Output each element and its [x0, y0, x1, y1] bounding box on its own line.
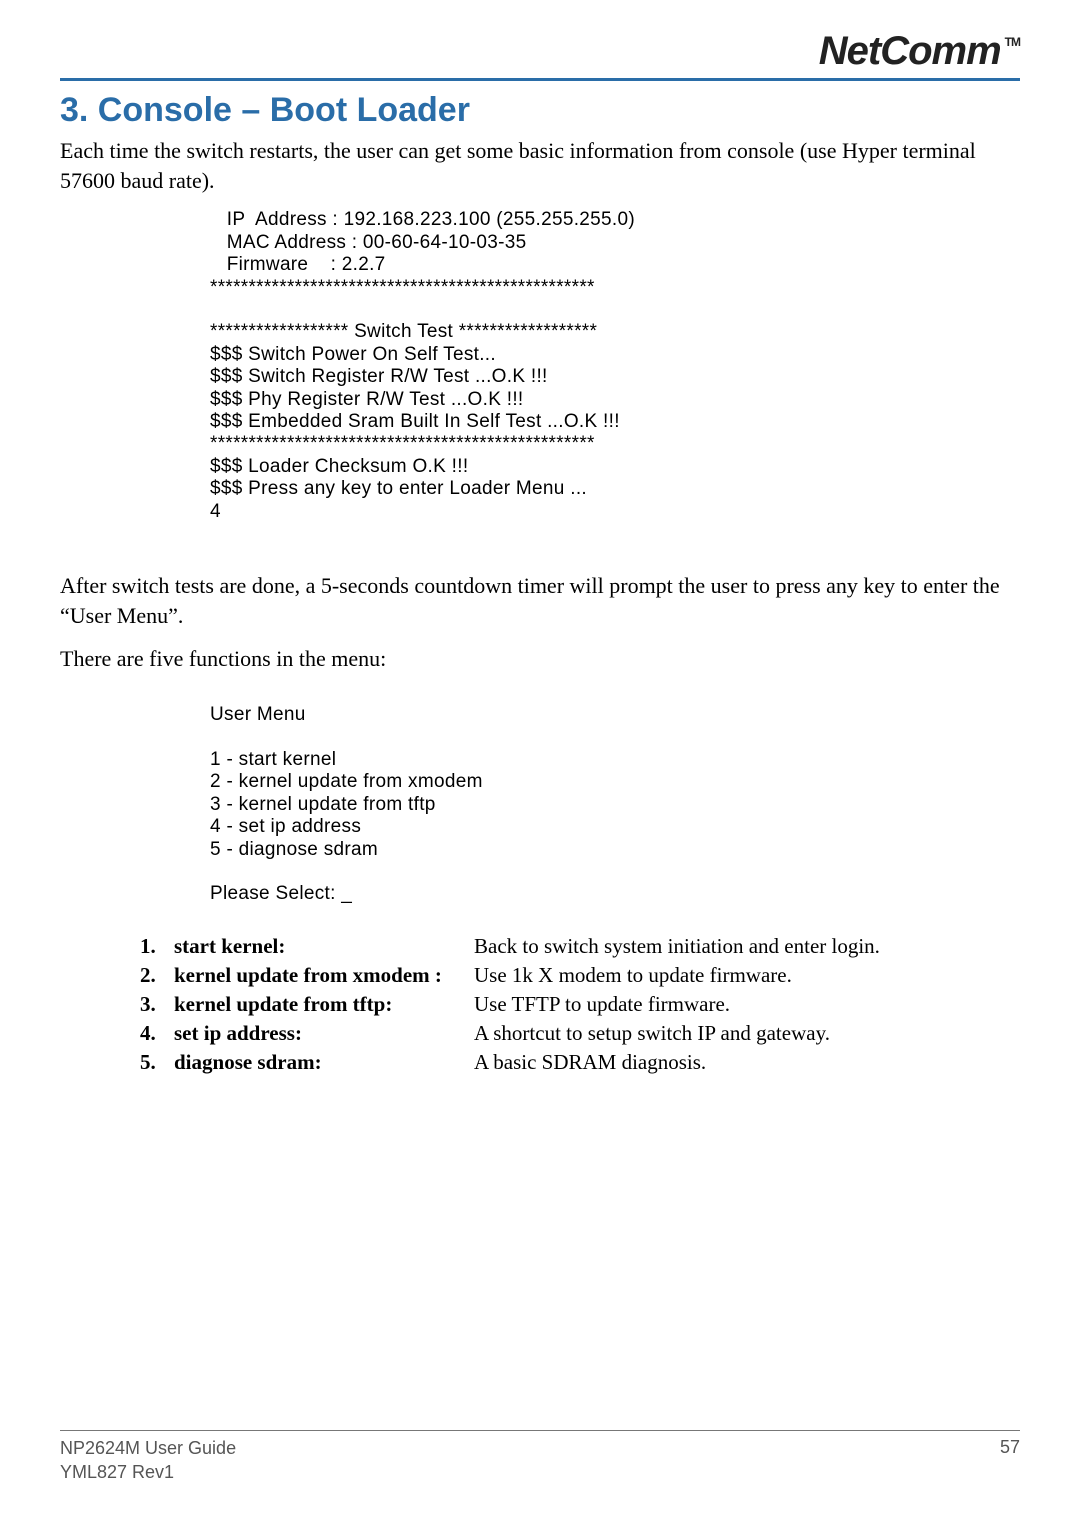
- function-list: 1. start kernel: Back to switch system i…: [140, 934, 1020, 1075]
- list-item: 4. set ip address: A shortcut to setup s…: [140, 1021, 1020, 1046]
- list-number: 3.: [140, 992, 174, 1017]
- logo-text: NetComm: [819, 29, 1001, 74]
- console-output-menu: User Menu 1 - start kernel 2 - kernel up…: [210, 704, 1020, 906]
- page-footer: NP2624M User Guide YML827 Rev1 57: [60, 1430, 1020, 1484]
- header-rule: [60, 78, 1020, 81]
- section-heading: 3. Console – Boot Loader: [60, 91, 1020, 130]
- list-number: 2.: [140, 963, 174, 988]
- list-item: 2. kernel update from xmodem : Use 1k X …: [140, 963, 1020, 988]
- list-term: kernel update from xmodem :: [174, 963, 474, 988]
- list-item: 1. start kernel: Back to switch system i…: [140, 934, 1020, 959]
- intro-paragraph: Each time the switch restarts, the user …: [60, 136, 1020, 195]
- footer-rule: [60, 1430, 1020, 1431]
- list-term: start kernel:: [174, 934, 474, 959]
- netcomm-logo: NetComm TM: [819, 29, 1020, 74]
- list-desc: A shortcut to setup switch IP and gatewa…: [474, 1021, 830, 1046]
- list-term: kernel update from tftp:: [174, 992, 474, 1017]
- after-tests-paragraph: After switch tests are done, a 5-seconds…: [60, 571, 1020, 630]
- logo-trademark: TM: [1005, 35, 1020, 49]
- footer-page-number: 57: [1000, 1437, 1020, 1484]
- list-number: 5.: [140, 1050, 174, 1075]
- list-term: diagnose sdram:: [174, 1050, 474, 1075]
- list-desc: A basic SDRAM diagnosis.: [474, 1050, 706, 1075]
- footer-guide: NP2624M User Guide: [60, 1437, 236, 1460]
- page-header: NetComm TM: [60, 28, 1020, 74]
- list-term: set ip address:: [174, 1021, 474, 1046]
- console-output-boot: IP Address : 192.168.223.100 (255.255.25…: [210, 209, 1020, 523]
- list-number: 1.: [140, 934, 174, 959]
- five-functions-paragraph: There are five functions in the menu:: [60, 644, 1020, 674]
- document-page: NetComm TM 3. Console – Boot Loader Each…: [0, 0, 1080, 1532]
- list-desc: Back to switch system initiation and ent…: [474, 934, 880, 959]
- list-item: 3. kernel update from tftp: Use TFTP to …: [140, 992, 1020, 1017]
- list-desc: Use 1k X modem to update firmware.: [474, 963, 792, 988]
- footer-rev: YML827 Rev1: [60, 1461, 236, 1484]
- list-item: 5. diagnose sdram: A basic SDRAM diagnos…: [140, 1050, 1020, 1075]
- list-number: 4.: [140, 1021, 174, 1046]
- list-desc: Use TFTP to update firmware.: [474, 992, 730, 1017]
